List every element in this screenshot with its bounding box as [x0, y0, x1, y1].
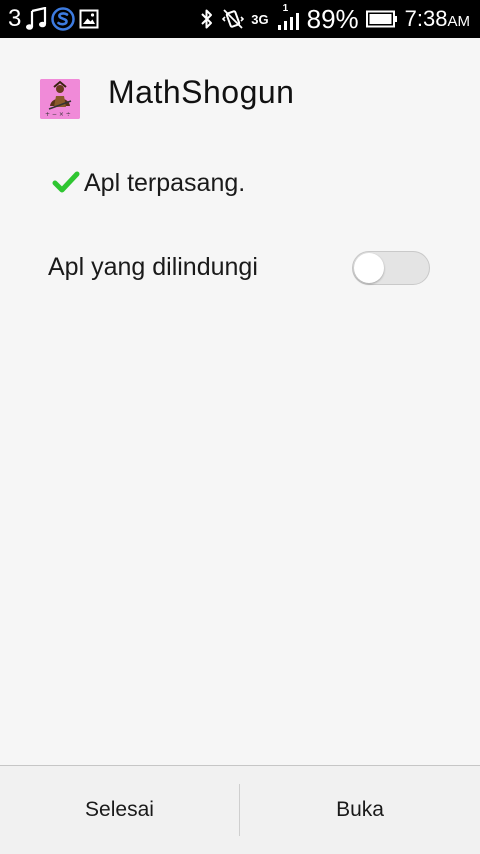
music-icon	[25, 7, 47, 31]
status-bar-left: 3	[8, 0, 99, 38]
checkmark-icon	[52, 170, 80, 196]
protected-apps-toggle[interactable]	[352, 251, 430, 285]
network-type: 3G	[251, 11, 269, 27]
done-button[interactable]: Selesai	[0, 766, 239, 854]
vibrate-icon	[222, 7, 245, 31]
svg-text:+ − × ÷: + − × ÷	[45, 111, 71, 118]
battery-icon	[365, 10, 398, 28]
clock-ampm: AM	[447, 13, 471, 30]
clock-time: 7:38	[404, 6, 448, 31]
bottom-action-bar: Selesai Buka	[0, 765, 480, 854]
notification-count: 3	[8, 5, 22, 32]
signal-icon: 1	[276, 3, 300, 32]
bluetooth-icon	[199, 7, 215, 31]
clock: 7:38AM	[405, 6, 470, 32]
battery-percent: 89%	[306, 3, 359, 34]
app-icon: + − × ÷	[40, 79, 80, 119]
protected-apps-label: Apl yang dilindungi	[48, 253, 258, 281]
install-status: Apl terpasang.	[52, 166, 245, 200]
status-bar: 3 3G 1 89% 7:38AM	[0, 0, 480, 38]
app-title: MathShogun	[108, 74, 295, 110]
open-button[interactable]: Buka	[240, 766, 480, 854]
install-status-text: Apl terpasang.	[84, 168, 246, 197]
s-app-icon	[51, 7, 76, 31]
status-bar-right: 3G 1 89% 7:38AM	[199, 0, 470, 38]
toggle-knob	[354, 253, 384, 283]
image-icon	[79, 9, 99, 29]
signal-badge: 1	[282, 3, 289, 14]
